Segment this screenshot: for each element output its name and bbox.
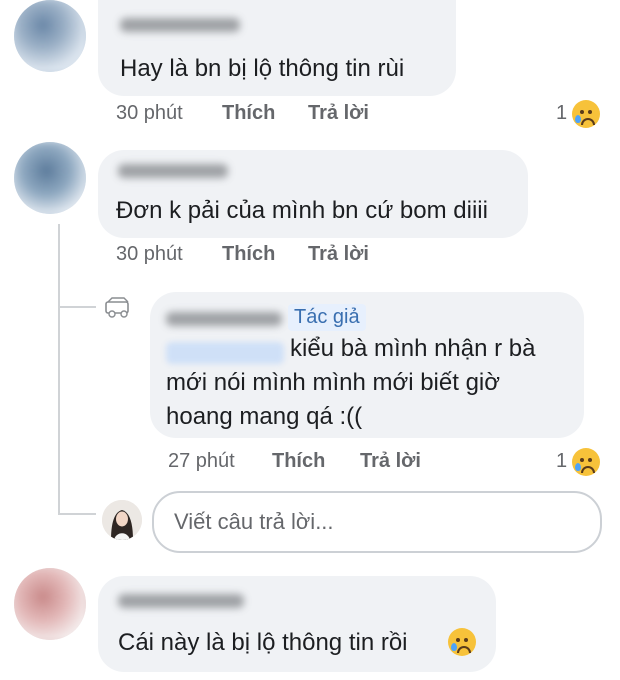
comment-text: Hay là bn bị lộ thông tin rùi <box>120 55 405 82</box>
reply-input[interactable]: Viết câu trả lời... <box>152 491 602 553</box>
commenter-name[interactable] <box>118 594 244 608</box>
reply-time[interactable]: 27 phút <box>168 450 235 473</box>
comment-bubble: Cái này là bị lộ thông tin rồi <box>98 576 496 672</box>
commenter-avatar[interactable] <box>14 142 86 214</box>
reply-text-line: mới nói mình mình mới biết giờ <box>166 369 500 396</box>
comment-text: Cái này là bị lộ thông tin rồi <box>118 629 408 656</box>
thread-branch <box>58 306 96 308</box>
thread-line <box>58 224 60 514</box>
like-button[interactable]: Thích <box>222 243 275 266</box>
like-button[interactable]: Thích <box>272 450 325 473</box>
comment-time[interactable]: 30 phút <box>116 102 183 125</box>
comment-text: Đơn k pải của mình bn cứ bom diiii <box>116 197 488 224</box>
commenter-avatar[interactable] <box>14 0 86 72</box>
comment-bubble: Đơn k pải của mình bn cứ bom diiii <box>98 150 528 238</box>
crying-face-icon[interactable] <box>572 100 600 128</box>
reply-button[interactable]: Trả lời <box>360 450 421 473</box>
thread-branch <box>58 513 96 515</box>
reaction-count[interactable]: 1 <box>556 102 567 125</box>
reply-author-name[interactable] <box>166 312 282 326</box>
commenter-avatar[interactable] <box>14 568 86 640</box>
reply-button[interactable]: Trả lời <box>308 243 369 266</box>
like-button[interactable]: Thích <box>222 102 275 125</box>
current-user-avatar[interactable] <box>102 500 142 540</box>
page-author-icon[interactable] <box>104 296 134 318</box>
author-badge: Tác giả <box>288 304 366 331</box>
crying-face-icon[interactable] <box>572 448 600 476</box>
mention-tag[interactable] <box>166 342 284 364</box>
comment-bubble: Hay là bn bị lộ thông tin rùi <box>98 0 456 96</box>
reply-text-line: kiểu bà mình nhận r bà <box>290 335 536 362</box>
reply-bubble: Tác giả kiểu bà mình nhận r bà mới nói m… <box>150 292 584 438</box>
comment-time[interactable]: 30 phút <box>116 243 183 266</box>
reply-input-placeholder: Viết câu trả lời... <box>174 509 334 534</box>
reply-button[interactable]: Trả lời <box>308 102 369 125</box>
reply-text-line: hoang mang qá :(( <box>166 403 363 430</box>
commenter-name[interactable] <box>120 18 240 32</box>
reaction-count[interactable]: 1 <box>556 450 567 473</box>
commenter-name[interactable] <box>118 164 228 178</box>
crying-face-emoji <box>448 628 476 656</box>
